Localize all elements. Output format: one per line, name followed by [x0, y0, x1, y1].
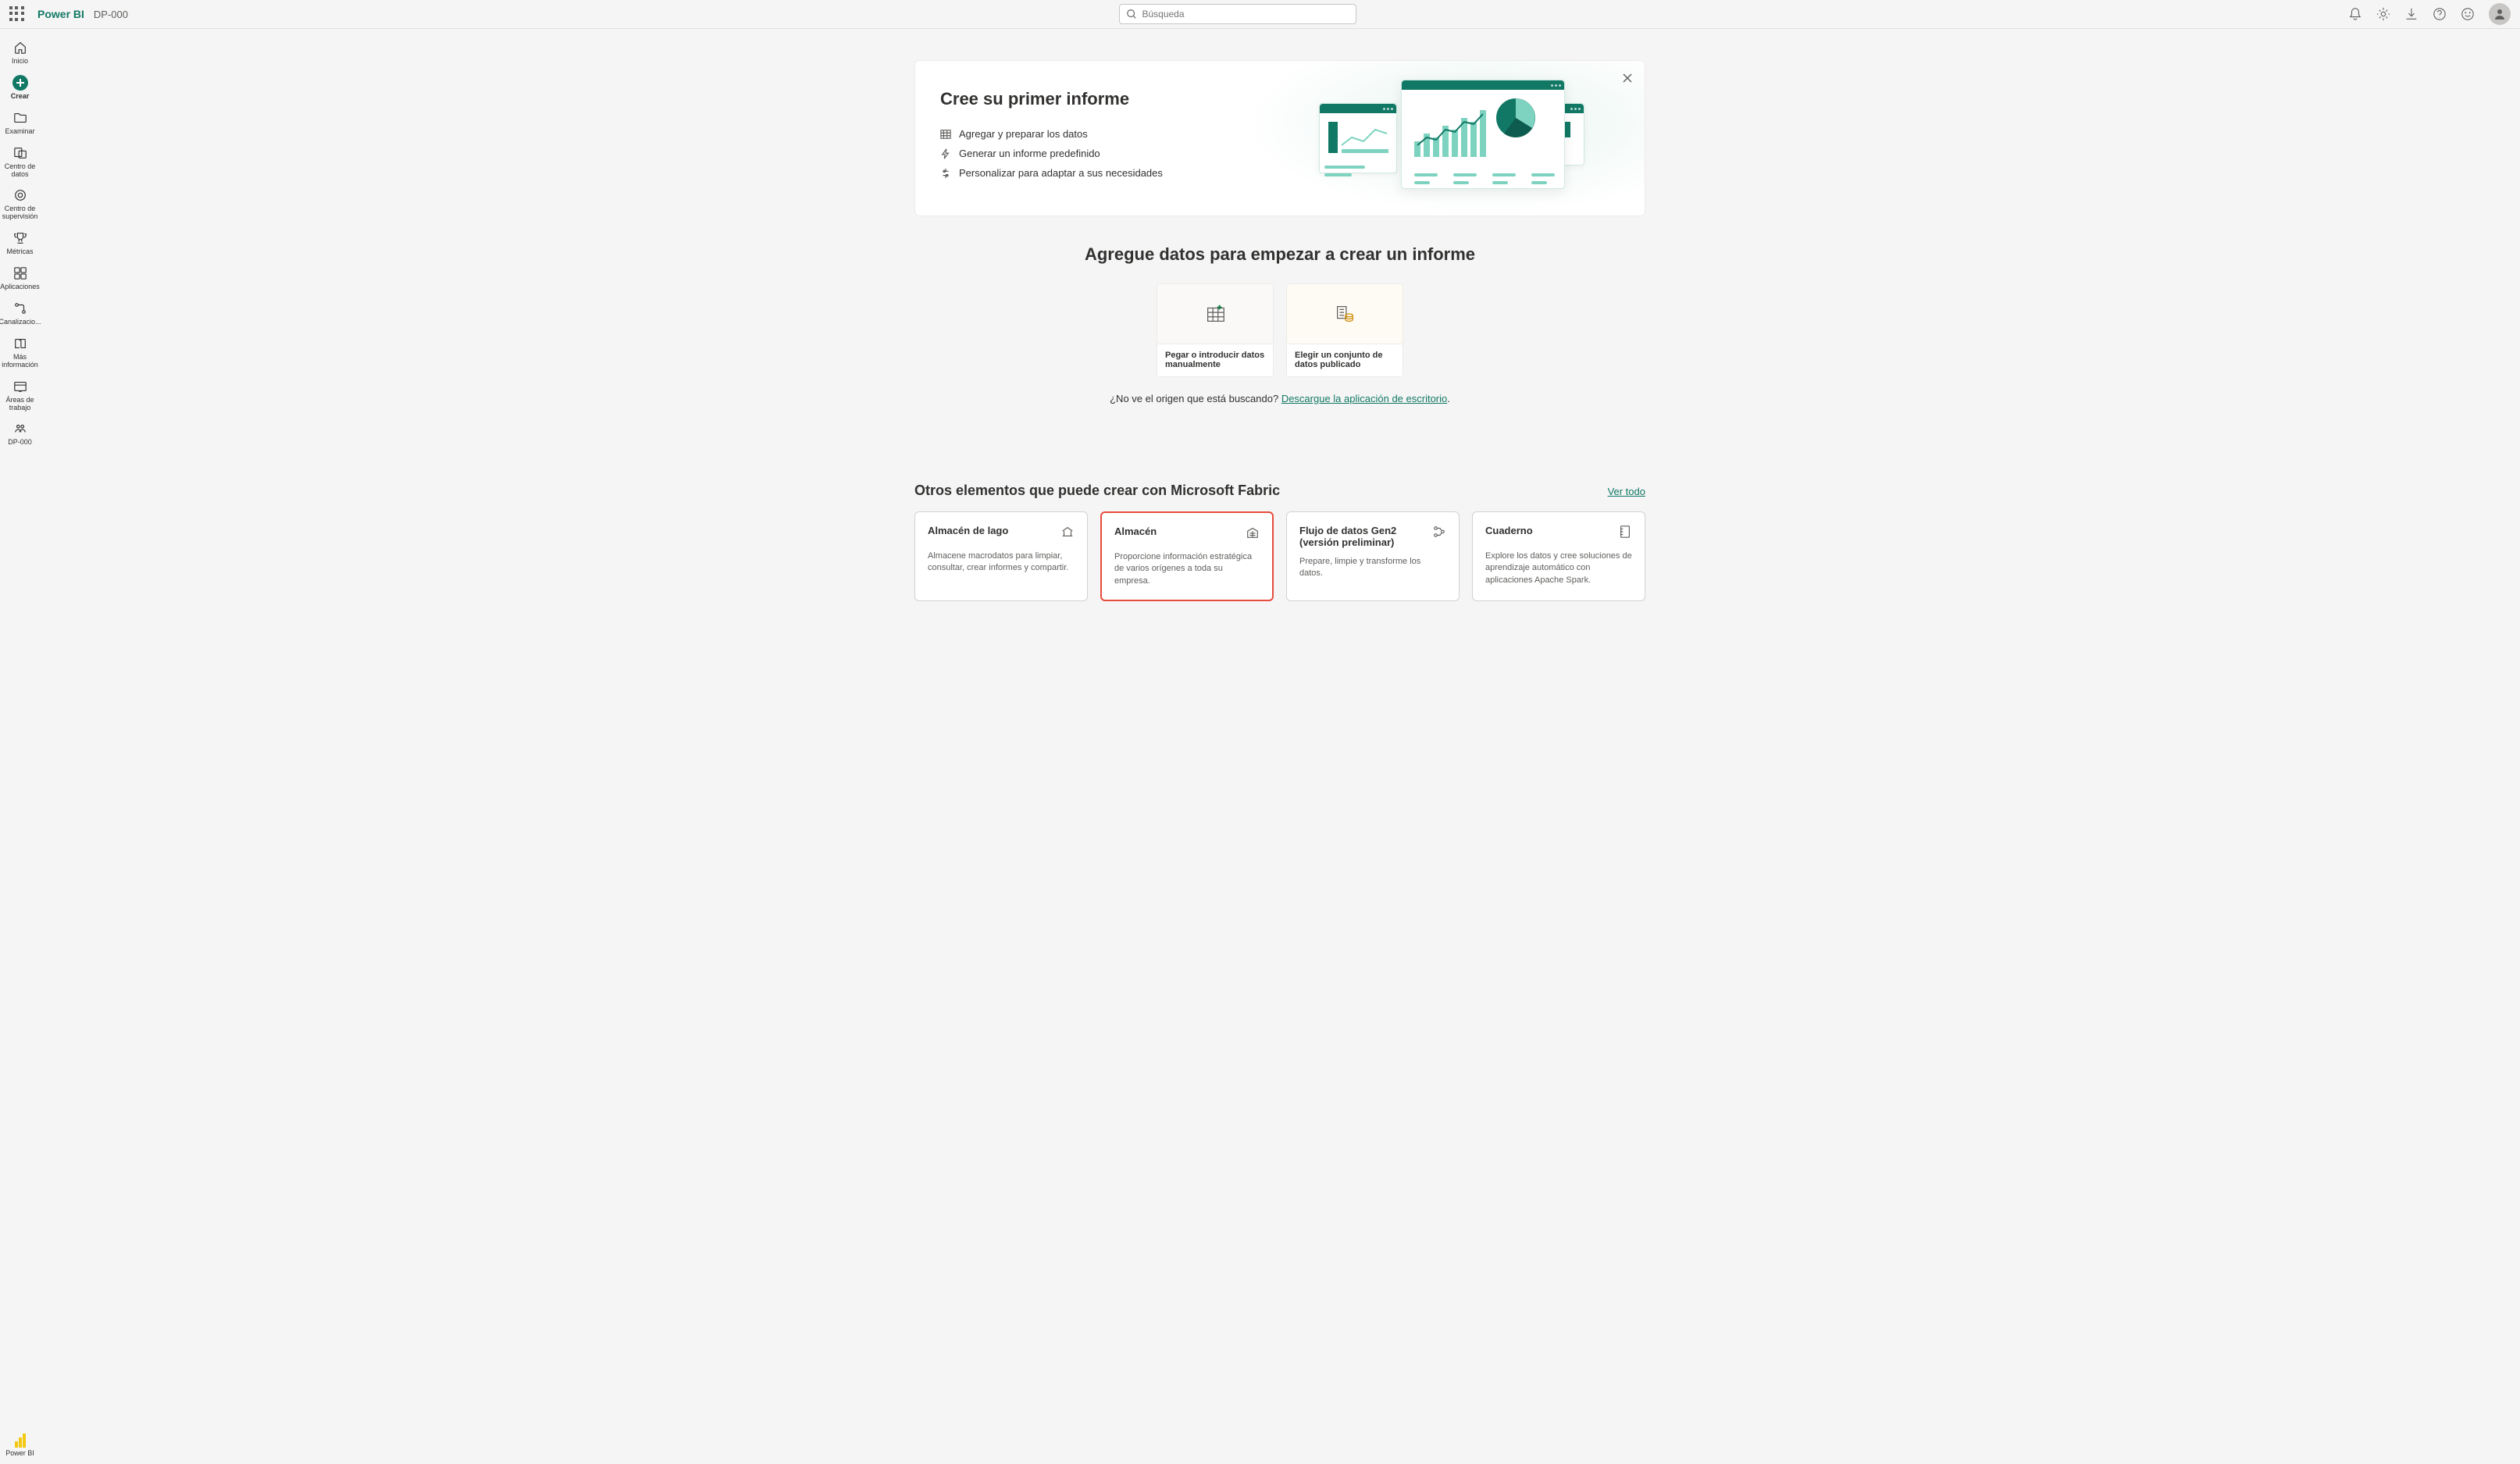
- workspace-breadcrumb[interactable]: DP-000: [94, 9, 128, 20]
- paste-data-card[interactable]: Pegar o introducir datos manualmente: [1157, 283, 1274, 377]
- user-avatar[interactable]: [2489, 3, 2511, 25]
- hero-title: Cree su primer informe: [940, 89, 1218, 109]
- lightning-icon: [940, 148, 951, 159]
- nav-apps[interactable]: Aplicaciones: [0, 261, 40, 296]
- customize-icon: [940, 168, 951, 179]
- lakehouse-icon: [1060, 525, 1075, 543]
- home-icon: [12, 40, 28, 55]
- main-content: Cree su primer informe Agregar y prepara…: [40, 29, 2520, 1464]
- powerbi-badge[interactable]: Power BI: [0, 1427, 40, 1464]
- group-icon: [12, 421, 28, 436]
- search-box[interactable]: [1119, 4, 1356, 24]
- feedback-icon[interactable]: [2461, 7, 2475, 21]
- hero-step: Personalizar para adaptar a sus necesida…: [940, 167, 1218, 179]
- nav-pipelines[interactable]: Canalizacio...: [0, 296, 40, 331]
- monitor-icon: [12, 187, 28, 203]
- help-icon[interactable]: [2433, 7, 2447, 21]
- nav-monitoring[interactable]: Centro de supervisión: [0, 183, 40, 226]
- nav-datahub[interactable]: Centro de datos: [0, 141, 40, 183]
- hero-close-button[interactable]: [1620, 70, 1635, 86]
- hero-card: Cree su primer informe Agregar y prepara…: [914, 60, 1645, 216]
- see-all-link[interactable]: Ver todo: [1608, 486, 1645, 497]
- nav-workspaces[interactable]: Áreas de trabajo: [0, 374, 40, 417]
- download-icon[interactable]: [2404, 7, 2418, 21]
- nav-home[interactable]: Inicio: [0, 35, 40, 70]
- product-name[interactable]: Power BI: [37, 8, 84, 20]
- apps-icon: [12, 265, 28, 281]
- left-sidebar: Inicio Crear Examinar Centro de datos Ce…: [0, 29, 40, 1464]
- fabric-card-notebook[interactable]: Cuaderno Explore los datos y cree soluci…: [1472, 511, 1645, 601]
- pick-dataset-card[interactable]: Elegir un conjunto de datos publicado: [1286, 283, 1403, 377]
- add-data-title: Agregue datos para empezar a crear un in…: [914, 244, 1645, 265]
- hero-step: Generar un informe predefinido: [940, 148, 1218, 159]
- dataflow-icon: [1432, 525, 1446, 543]
- warehouse-icon: [1246, 525, 1260, 543]
- fabric-card-lakehouse[interactable]: Almacén de lago Almacene macrodatos para…: [914, 511, 1088, 601]
- nav-create[interactable]: Crear: [0, 70, 40, 105]
- download-hint: ¿No ve el origen que está buscando? Desc…: [914, 393, 1645, 404]
- book-icon: [12, 336, 28, 351]
- workspace-icon: [12, 379, 28, 394]
- fabric-section-title: Otros elementos que puede crear con Micr…: [914, 483, 1280, 499]
- fabric-card-dataflow[interactable]: Flujo de datos Gen2 (versión preliminar)…: [1286, 511, 1460, 601]
- nav-browse[interactable]: Examinar: [0, 105, 40, 141]
- card-label: Pegar o introducir datos manualmente: [1157, 344, 1273, 376]
- dataset-icon: [1333, 302, 1356, 326]
- nav-learn[interactable]: Más información: [0, 331, 40, 374]
- search-icon: [1126, 9, 1137, 20]
- top-header: Power BI DP-000: [0, 0, 2520, 29]
- trophy-icon: [12, 230, 28, 246]
- table-icon: [940, 129, 951, 140]
- settings-icon[interactable]: [2376, 7, 2390, 21]
- table-plus-icon: [1203, 302, 1227, 326]
- search-input[interactable]: [1142, 9, 1349, 20]
- download-desktop-link[interactable]: Descargue la aplicación de escritorio: [1281, 393, 1447, 404]
- fabric-card-warehouse[interactable]: Almacén Proporcione información estratég…: [1100, 511, 1274, 601]
- hero-illustration: [1243, 61, 1645, 216]
- plus-icon: [12, 75, 28, 91]
- notebook-icon: [1618, 525, 1632, 543]
- card-label: Elegir un conjunto de datos publicado: [1287, 344, 1403, 376]
- notifications-icon[interactable]: [2348, 7, 2362, 21]
- folder-icon: [12, 110, 28, 126]
- nav-current-workspace[interactable]: DP-000: [0, 416, 40, 451]
- hero-step: Agregar y preparar los datos: [940, 128, 1218, 140]
- app-launcher-icon[interactable]: [9, 6, 25, 22]
- datahub-icon: [12, 145, 28, 161]
- nav-metrics[interactable]: Métricas: [0, 226, 40, 261]
- powerbi-logo-icon: [15, 1434, 26, 1448]
- pipeline-icon: [12, 301, 28, 316]
